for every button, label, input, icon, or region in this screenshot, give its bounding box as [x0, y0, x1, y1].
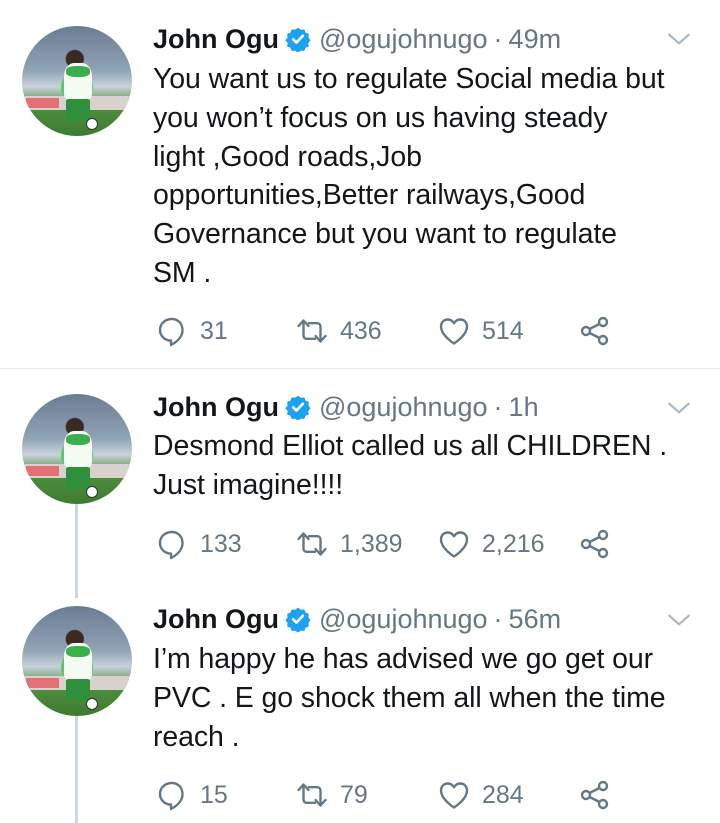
separator-dot: · — [493, 603, 503, 634]
retweet-button[interactable]: 79 — [296, 778, 368, 812]
like-count: 2,216 — [482, 529, 545, 558]
heart-icon — [439, 318, 469, 345]
tweet-actions: 31 436 514 — [156, 314, 636, 348]
author-name[interactable]: John Ogu — [153, 604, 279, 635]
share-button[interactable] — [579, 527, 611, 561]
author-name[interactable]: John Ogu — [153, 392, 279, 423]
tweet-divider — [0, 368, 720, 369]
reply-button[interactable]: 15 — [156, 778, 228, 812]
tweet-header: John Ogu @ogujohnugo · 49m — [153, 21, 561, 57]
retweet-count: 436 — [340, 316, 382, 345]
like-button[interactable]: 284 — [438, 778, 524, 812]
avatar[interactable] — [22, 394, 132, 504]
avatar[interactable] — [22, 26, 132, 136]
tweet-text: Desmond Elliot called us all CHILDREN . … — [153, 430, 668, 501]
tweet-text: I’m happy he has advised we go get our P… — [153, 643, 666, 753]
retweet-count: 79 — [340, 780, 368, 809]
timestamp[interactable]: 1h — [509, 392, 539, 423]
reply-count: 133 — [200, 529, 242, 558]
like-button[interactable]: 2,216 — [438, 527, 545, 561]
reply-button[interactable]: 133 — [156, 527, 242, 561]
share-button[interactable] — [579, 778, 611, 812]
reply-count: 31 — [200, 316, 228, 345]
retweet-count: 1,389 — [340, 529, 403, 558]
chevron-down-icon[interactable] — [666, 26, 692, 52]
separator-dot: · — [493, 23, 503, 54]
heart-icon — [439, 782, 469, 809]
separator-dot: · — [493, 391, 503, 422]
share-icon — [580, 529, 609, 559]
retweet-button[interactable]: 436 — [296, 314, 382, 348]
reply-count: 15 — [200, 780, 228, 809]
author-name[interactable]: John Ogu — [153, 24, 279, 55]
reply-button[interactable]: 31 — [156, 314, 228, 348]
tweet[interactable]: John Ogu @ogujohnugo · 49m You want us t… — [0, 0, 720, 366]
heart-icon — [439, 531, 469, 558]
author-handle[interactable]: @ogujohnugo — [319, 604, 488, 635]
reply-icon — [158, 781, 184, 811]
like-button[interactable]: 514 — [438, 314, 524, 348]
tweet-header: John Ogu @ogujohnugo · 1h — [153, 389, 539, 425]
tweet[interactable]: John Ogu @ogujohnugo · 56m I’m happy he … — [0, 586, 720, 823]
share-icon — [580, 316, 609, 346]
verified-badge-icon — [285, 606, 311, 632]
tweet-text: You want us to regulate Social media but… — [153, 63, 665, 289]
author-handle[interactable]: @ogujohnugo — [319, 24, 488, 55]
author-handle[interactable]: @ogujohnugo — [319, 392, 488, 423]
timestamp[interactable]: 49m — [509, 24, 562, 55]
chevron-down-icon[interactable] — [666, 395, 692, 421]
verified-badge-icon — [285, 394, 311, 420]
tweet-header: John Ogu @ogujohnugo · 56m — [153, 601, 561, 637]
reply-icon — [158, 530, 184, 560]
retweet-button[interactable]: 1,389 — [296, 527, 403, 561]
verified-badge-icon — [285, 26, 311, 52]
tweet[interactable]: John Ogu @ogujohnugo · 1h Desmond Elliot… — [0, 370, 720, 586]
retweet-icon — [297, 783, 327, 807]
timestamp[interactable]: 56m — [509, 604, 562, 635]
tweet-actions: 133 1,389 2,216 — [156, 527, 636, 561]
like-count: 514 — [482, 316, 524, 345]
share-button[interactable] — [579, 314, 611, 348]
chevron-down-icon[interactable] — [666, 607, 692, 633]
avatar[interactable] — [22, 606, 132, 716]
retweet-icon — [297, 319, 327, 343]
retweet-icon — [297, 532, 327, 556]
tweet-actions: 15 79 284 — [156, 778, 636, 812]
like-count: 284 — [482, 780, 524, 809]
reply-icon — [158, 317, 184, 347]
share-icon — [580, 780, 609, 810]
